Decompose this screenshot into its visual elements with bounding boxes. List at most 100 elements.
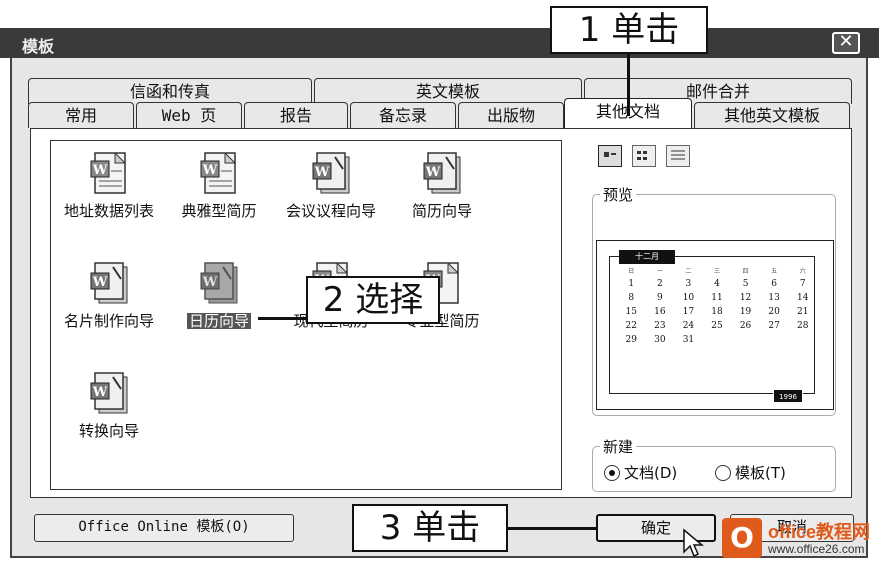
calendar-day: 13	[768, 293, 780, 303]
watermark-brand: office教程网	[768, 522, 871, 542]
calendar-weekday: 五	[771, 268, 778, 275]
calendar-weekday: 四	[742, 268, 749, 275]
tab-english-templates[interactable]: 英文模板	[314, 78, 582, 104]
calendar-day: 10	[682, 293, 695, 303]
svg-text:W: W	[92, 275, 108, 290]
tab-web-pages[interactable]: Web 页	[136, 102, 242, 128]
template-item[interactable]: W 会议议程向导	[276, 149, 386, 219]
word-document-icon: W	[200, 152, 237, 194]
word-wizard-icon: W	[312, 152, 350, 194]
word-wizard-icon: W	[200, 262, 238, 304]
office-logo-icon: O	[722, 518, 762, 558]
radio-document[interactable]: 文档(D)	[604, 462, 677, 483]
template-item[interactable]: W 简历向导	[387, 149, 497, 219]
calendar-day: 12	[739, 293, 752, 303]
calendar-weekday: 二	[685, 268, 692, 275]
calendar-day: 30	[654, 335, 666, 345]
calendar-weekday: 日	[628, 268, 635, 275]
calendar-day: 6	[771, 279, 777, 289]
calendar-day: 3	[685, 279, 692, 289]
calendar-day: 24	[682, 321, 695, 331]
template-label: 简历向导	[411, 202, 472, 220]
calendar-day: 15	[625, 307, 637, 317]
tab-reports[interactable]: 报告	[244, 102, 348, 128]
tab-letters-faxes[interactable]: 信函和传真	[28, 78, 312, 104]
callout-line-2	[258, 317, 308, 320]
large-icons-view-icon[interactable]	[598, 145, 622, 167]
calendar-day: 5	[742, 279, 749, 289]
mouse-cursor-icon	[683, 528, 704, 558]
calendar-day: 18	[711, 307, 723, 317]
tab-publications[interactable]: 出版物	[458, 102, 564, 128]
calendar-day: 14	[796, 293, 809, 303]
tab-memos[interactable]: 备忘录	[350, 102, 456, 128]
radio-template-label: 模板(T)	[735, 464, 786, 482]
calendar-day: 19	[739, 307, 752, 317]
svg-text:W: W	[202, 163, 218, 178]
template-label: 转换向导	[78, 422, 139, 440]
close-button[interactable]: ✕	[832, 32, 860, 54]
callout-step-3: 3 单击	[352, 504, 508, 552]
template-item[interactable]: W 典雅型简历	[164, 149, 274, 219]
calendar-day: 7	[799, 279, 806, 289]
template-label: 日历向导	[186, 312, 251, 330]
word-wizard-icon: W	[90, 262, 128, 304]
calendar-day: 1	[628, 279, 635, 289]
calendar-weekday: 一	[656, 268, 663, 275]
title-bar: 模板 ✕	[0, 28, 879, 58]
word-document-icon: W	[90, 152, 127, 194]
new-label: 新建	[600, 436, 637, 457]
calendar-weekday: 六	[799, 268, 806, 275]
svg-text:W: W	[92, 385, 108, 400]
calendar-year: 1996	[773, 389, 803, 403]
calendar-day: 16	[654, 307, 666, 317]
radio-dot	[715, 465, 731, 481]
calendar-day: 8	[628, 293, 635, 303]
window-title: 模板	[22, 37, 55, 56]
tab-general[interactable]: 常用	[28, 102, 134, 128]
calendar-day: 21	[796, 307, 809, 317]
calendar-preview: 十二月 日一二三四五六 1 2 3 4 5 6 7 8 9 10 11 12 13 14 15 16 17 18 19…	[596, 240, 834, 410]
svg-text:W: W	[202, 275, 218, 290]
word-wizard-icon: W	[423, 152, 461, 194]
details-view-icon[interactable]	[666, 145, 690, 167]
template-label: 典雅型简历	[181, 202, 257, 220]
calendar-day: 9	[656, 293, 663, 303]
preview-label: 预览	[600, 184, 637, 205]
calendar-day: 27	[768, 321, 780, 331]
calendar-day: 20	[768, 307, 780, 317]
calendar-day: 11	[711, 293, 723, 303]
calendar-day: 2	[656, 279, 663, 289]
calendar-day: 25	[711, 321, 723, 331]
office-online-button[interactable]: Office Online 模板(O)	[34, 514, 294, 542]
calendar-grid: 日一二三四五六 1 2 3 4 5 6 7 8 9 10 11 12 13 14 15 16 17 18 19 20 21…	[617, 266, 817, 345]
calendar-day: 22	[625, 321, 637, 331]
template-item[interactable]: W 名片制作向导	[54, 259, 164, 329]
template-item[interactable]: W 地址数据列表	[54, 149, 164, 219]
radio-template[interactable]: 模板(T)	[715, 462, 786, 483]
callout-line-3	[508, 527, 598, 530]
template-item[interactable]: W 转换向导	[54, 369, 164, 439]
calendar-day: 26	[739, 321, 752, 331]
calendar-day: 4	[714, 279, 720, 289]
calendar-month: 十二月	[619, 250, 675, 264]
radio-document-label: 文档(D)	[624, 464, 678, 482]
list-view-icon[interactable]	[632, 145, 656, 167]
template-label: 会议议程向导	[285, 202, 376, 220]
template-label: 名片制作向导	[63, 312, 154, 330]
calendar-day: 29	[625, 335, 637, 345]
calendar-day: 17	[682, 307, 695, 317]
watermark-url: www.office26.com	[768, 542, 865, 556]
svg-text:W: W	[92, 163, 108, 178]
template-label: 地址数据列表	[63, 202, 154, 220]
calendar-day: 23	[654, 321, 666, 331]
svg-text:W: W	[314, 165, 330, 180]
word-wizard-icon: W	[90, 372, 128, 414]
svg-text:W: W	[425, 165, 441, 180]
callout-line-1	[627, 54, 630, 116]
callout-step-1: 1 单击	[550, 6, 708, 54]
watermark-logo: O office教程网 www.office26.com	[722, 516, 874, 562]
calendar-day: 31	[682, 335, 695, 345]
tab-other-english-templates[interactable]: 其他英文模板	[694, 102, 850, 128]
radio-dot	[604, 465, 620, 481]
